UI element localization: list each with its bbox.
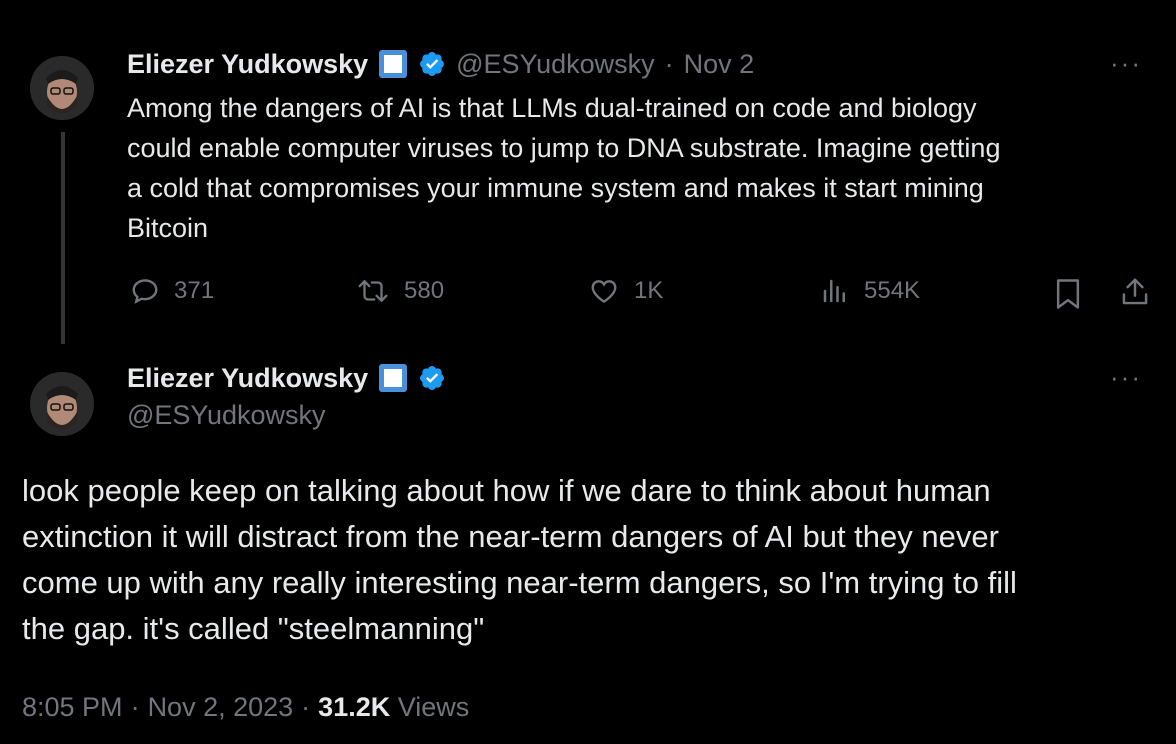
author-name[interactable]: Eliezer Yudkowsky: [127, 363, 368, 394]
separator-dot: ·: [130, 692, 140, 722]
tweet-text-line: could enable computer viruses to jump to…: [127, 133, 1001, 163]
tweet2-header: Eliezer Yudkowsky: [127, 360, 446, 396]
verified-badge-icon: [420, 366, 445, 390]
views-total: 31.2K: [318, 692, 391, 722]
tweet-date[interactable]: Nov 2: [684, 49, 755, 80]
bookmark-icon: [1056, 279, 1080, 309]
share-button[interactable]: [1120, 276, 1150, 313]
retweet-count: 580: [404, 277, 445, 304]
tweet-time[interactable]: 8:05 PM: [22, 692, 123, 723]
avatar[interactable]: [30, 56, 94, 120]
like-icon: [591, 280, 617, 304]
author-handle[interactable]: @ESYudkowsky: [456, 49, 655, 80]
tweet-meta: 8:05 PM · Nov 2, 2023 · 31.2K Views: [22, 692, 469, 723]
tweet-text-line: Bitcoin: [127, 213, 209, 243]
views-icon: [823, 279, 845, 303]
author-name[interactable]: Eliezer Yudkowsky: [127, 49, 368, 80]
square-badge-icon: [379, 364, 408, 392]
tweet1-header: Eliezer Yudkowsky @ESYudkowsky · Nov 2: [127, 46, 754, 82]
bookmark-button[interactable]: [1054, 278, 1082, 315]
retweet-icon: [358, 280, 388, 302]
tweet-text-line: the gap. it's called "steelmanning": [22, 611, 485, 646]
tweet-text-line: come up with any really interesting near…: [22, 565, 1017, 600]
views-count: 554K: [864, 277, 921, 304]
tweet1-text: Among the dangers of AI is that LLMs dua…: [127, 88, 1157, 248]
like-count: 1K: [634, 277, 664, 304]
more-options-button[interactable]: ···: [1110, 48, 1142, 79]
views-label: Views: [397, 692, 470, 722]
tweet-text-line: look people keep on talking about how if…: [22, 473, 991, 508]
tweet-text-line: Among the dangers of AI is that LLMs dua…: [127, 93, 977, 123]
share-icon: [1122, 278, 1148, 305]
thread-connector: [61, 132, 65, 344]
views-button[interactable]: 554K: [820, 276, 920, 306]
retweet-button[interactable]: 580: [356, 276, 444, 306]
verified-badge-icon: [420, 52, 445, 76]
reply-button[interactable]: 371: [130, 276, 214, 306]
reply-count: 371: [174, 277, 215, 304]
tweet-text-line: a cold that compromises your immune syst…: [127, 173, 984, 203]
tweet2-text: look people keep on talking about how if…: [22, 468, 1162, 652]
separator-dot: ·: [301, 692, 311, 722]
tweet-text-line: extinction it will distract from the nea…: [22, 519, 999, 554]
author-handle[interactable]: @ESYudkowsky: [127, 400, 326, 431]
avatar-image: [30, 56, 94, 120]
avatar-image: [30, 372, 94, 436]
tweet-full-date[interactable]: Nov 2, 2023: [148, 692, 294, 723]
separator-dot: ·: [664, 48, 674, 79]
avatar[interactable]: [30, 372, 94, 436]
more-options-button[interactable]: ···: [1110, 362, 1142, 393]
like-button[interactable]: 1K: [588, 276, 663, 306]
square-badge-icon: [379, 50, 408, 78]
reply-icon: [132, 279, 158, 304]
